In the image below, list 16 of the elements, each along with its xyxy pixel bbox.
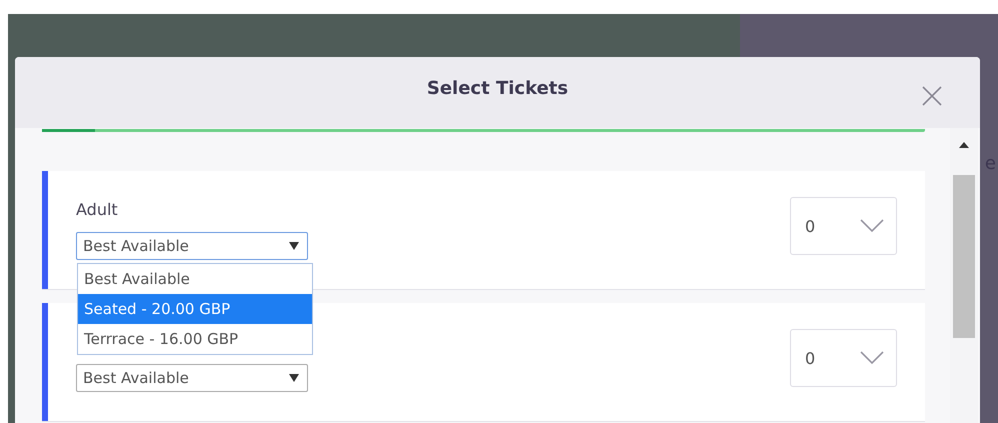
- price-select[interactable]: Best Available: [76, 364, 308, 392]
- dropdown-option[interactable]: Terrrace - 16.00 GBP: [78, 324, 312, 354]
- scrollbar-thumb[interactable]: [953, 175, 975, 338]
- quantity-select[interactable]: 0: [790, 197, 897, 255]
- price-select[interactable]: Best Available: [76, 232, 308, 260]
- scroll-up-icon[interactable]: [959, 142, 969, 148]
- caret-icon: [289, 374, 299, 382]
- ticket-label: Adult: [76, 200, 119, 220]
- quantity-select[interactable]: 0: [790, 329, 897, 387]
- chevron-down-icon: [860, 351, 884, 365]
- caret-icon: [289, 242, 299, 250]
- chevron-down-icon: [860, 219, 884, 233]
- modal-title: Select Tickets: [426, 78, 568, 99]
- close-icon[interactable]: [921, 85, 943, 107]
- dropdown-option[interactable]: Seated - 20.00 GBP: [78, 294, 312, 324]
- dropdown-option[interactable]: Best Available: [78, 264, 312, 294]
